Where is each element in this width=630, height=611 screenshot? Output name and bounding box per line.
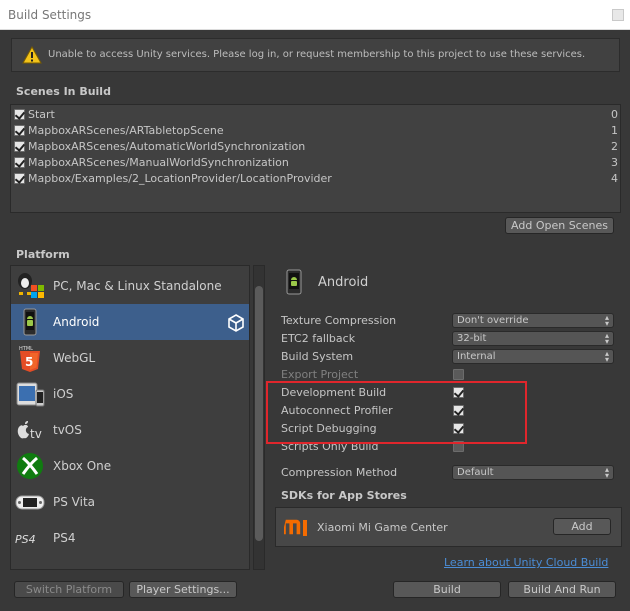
scene-name: MapboxARScenes/ManualWorldSynchronizatio… bbox=[28, 156, 289, 169]
platform-label: PC, Mac & Linux Standalone bbox=[53, 279, 222, 293]
platform-label: tvOS bbox=[53, 423, 82, 437]
platform-label: WebGL bbox=[53, 351, 96, 365]
scene-name: MapboxARScenes/ARTabletopScene bbox=[28, 124, 224, 137]
etc2-fallback-row: ETC2 fallback 32-bit ▴ ▾ bbox=[281, 331, 621, 347]
platform-item-ios[interactable]: iOS bbox=[11, 376, 249, 412]
highlight-annotation bbox=[266, 381, 527, 444]
xbox-icon bbox=[17, 453, 43, 479]
xiaomi-logo-icon bbox=[284, 519, 307, 536]
scene-index: 4 bbox=[611, 172, 618, 185]
scene-name: Mapbox/Examples/2_LocationProvider/Locat… bbox=[28, 172, 332, 185]
dropdown-arrows-icon: ▴ ▾ bbox=[604, 331, 609, 346]
warning-message: Unable to access Unity services. Please … bbox=[48, 49, 586, 60]
services-warning: Unable to access Unity services. Please … bbox=[11, 38, 620, 72]
build-system-row: Build System Internal ▴ ▾ bbox=[281, 349, 621, 365]
platform-item-xbox-one[interactable]: Xbox One bbox=[11, 448, 249, 484]
platform-title: Platform bbox=[16, 248, 70, 261]
platform-label: PS Vita bbox=[53, 495, 96, 509]
build-system-label: Build System bbox=[281, 350, 354, 363]
platform-label: iOS bbox=[53, 387, 74, 401]
window-title: Build Settings bbox=[8, 8, 92, 22]
scrollbar-thumb[interactable] bbox=[255, 286, 263, 541]
sdk-name: Xiaomi Mi Game Center bbox=[317, 521, 448, 534]
android-icon bbox=[286, 269, 302, 295]
platform-list: PC, Mac & Linux Standalone Android HTML … bbox=[10, 265, 250, 570]
scene-name: Start bbox=[28, 108, 55, 121]
build-and-run-button[interactable]: Build And Run bbox=[508, 581, 616, 598]
scene-name: MapboxARScenes/AutomaticWorldSynchroniza… bbox=[28, 140, 306, 153]
scenes-title: Scenes In Build bbox=[16, 85, 111, 98]
dropdown-value: 32-bit bbox=[457, 333, 487, 344]
scene-row[interactable]: Start 0 bbox=[14, 107, 618, 123]
platform-item-tvos[interactable]: tv tvOS bbox=[11, 412, 249, 448]
svg-text:5: 5 bbox=[25, 355, 33, 369]
platform-item-webgl[interactable]: HTML 5 WebGL bbox=[11, 340, 249, 376]
texture-compression-label: Texture Compression bbox=[281, 314, 397, 327]
etc2-fallback-label: ETC2 fallback bbox=[281, 332, 356, 345]
platform-scrollbar[interactable] bbox=[253, 265, 265, 570]
scene-checkbox[interactable] bbox=[14, 141, 25, 152]
add-open-scenes-button[interactable]: Add Open Scenes bbox=[505, 217, 614, 234]
warning-icon bbox=[22, 46, 42, 64]
platform-header: Android bbox=[318, 275, 369, 290]
texture-compression-row: Texture Compression Don't override ▴ ▾ bbox=[281, 313, 621, 329]
export-project-label: Export Project bbox=[281, 368, 359, 381]
platform-label: Xbox One bbox=[53, 459, 112, 473]
scene-row[interactable]: MapboxARScenes/ManualWorldSynchronizatio… bbox=[14, 155, 618, 171]
svg-text:tv: tv bbox=[30, 427, 42, 441]
scene-checkbox[interactable] bbox=[14, 157, 25, 168]
dropdown-value: Internal bbox=[457, 351, 496, 362]
platform-item-android[interactable]: Android bbox=[11, 304, 249, 340]
scene-index: 2 bbox=[611, 140, 618, 153]
scene-index: 1 bbox=[611, 124, 618, 137]
build-system-dropdown[interactable]: Internal ▴ ▾ bbox=[452, 349, 614, 364]
ps4-icon: PS4 bbox=[15, 533, 36, 546]
platform-item-ps-vita[interactable]: PS Vita bbox=[11, 484, 249, 520]
scenes-list: Start 0 MapboxARScenes/ARTabletopScene 1… bbox=[10, 104, 621, 213]
dropdown-value: Don't override bbox=[457, 315, 529, 326]
compression-method-dropdown[interactable]: Default ▴ ▾ bbox=[452, 465, 614, 480]
scene-index: 0 bbox=[611, 108, 618, 121]
scene-checkbox[interactable] bbox=[14, 109, 25, 120]
scene-row[interactable]: MapboxARScenes/ARTabletopScene 1 bbox=[14, 123, 618, 139]
cloud-build-link[interactable]: Learn about Unity Cloud Build bbox=[444, 556, 608, 569]
compression-method-label: Compression Method bbox=[281, 466, 398, 479]
ios-device-icon bbox=[16, 382, 45, 407]
window-titlebar: Build Settings bbox=[0, 0, 630, 30]
platform-label: Android bbox=[53, 315, 100, 329]
scene-checkbox[interactable] bbox=[14, 173, 25, 184]
ps-vita-icon bbox=[15, 495, 45, 510]
dropdown-arrows-icon: ▴ ▾ bbox=[604, 313, 609, 328]
etc2-fallback-dropdown[interactable]: 32-bit ▴ ▾ bbox=[452, 331, 614, 346]
dropdown-arrows-icon: ▴ ▾ bbox=[604, 349, 609, 364]
scene-index: 3 bbox=[611, 156, 618, 169]
unity-logo-icon bbox=[228, 314, 244, 332]
close-icon[interactable] bbox=[612, 9, 624, 21]
switch-platform-button[interactable]: Switch Platform bbox=[14, 581, 124, 598]
player-settings-button[interactable]: Player Settings... bbox=[129, 581, 237, 598]
add-sdk-button[interactable]: Add bbox=[553, 518, 611, 535]
sdk-item: Xiaomi Mi Game Center Add bbox=[275, 507, 622, 547]
compression-method-row: Compression Method Default ▴ ▾ bbox=[281, 465, 621, 481]
android-icon bbox=[23, 308, 37, 336]
platform-label: PS4 bbox=[53, 531, 76, 545]
svg-text:PS4: PS4 bbox=[15, 533, 36, 546]
scene-row[interactable]: Mapbox/Examples/2_LocationProvider/Locat… bbox=[14, 171, 618, 187]
platform-item-standalone[interactable]: PC, Mac & Linux Standalone bbox=[11, 268, 249, 304]
dropdown-value: Default bbox=[457, 467, 494, 478]
platform-item-ps4[interactable]: PS4 PS4 bbox=[11, 520, 249, 556]
pc-mac-linux-icon bbox=[18, 273, 44, 298]
scene-row[interactable]: MapboxARScenes/AutomaticWorldSynchroniza… bbox=[14, 139, 618, 155]
texture-compression-dropdown[interactable]: Don't override ▴ ▾ bbox=[452, 313, 614, 328]
build-button[interactable]: Build bbox=[393, 581, 501, 598]
sdks-title: SDKs for App Stores bbox=[281, 489, 407, 502]
export-project-checkbox[interactable] bbox=[453, 369, 464, 380]
apple-tv-icon: tv bbox=[17, 421, 42, 441]
dropdown-arrows-icon: ▴ ▾ bbox=[604, 465, 609, 480]
html5-icon: HTML 5 bbox=[19, 346, 40, 372]
scene-checkbox[interactable] bbox=[14, 125, 25, 136]
